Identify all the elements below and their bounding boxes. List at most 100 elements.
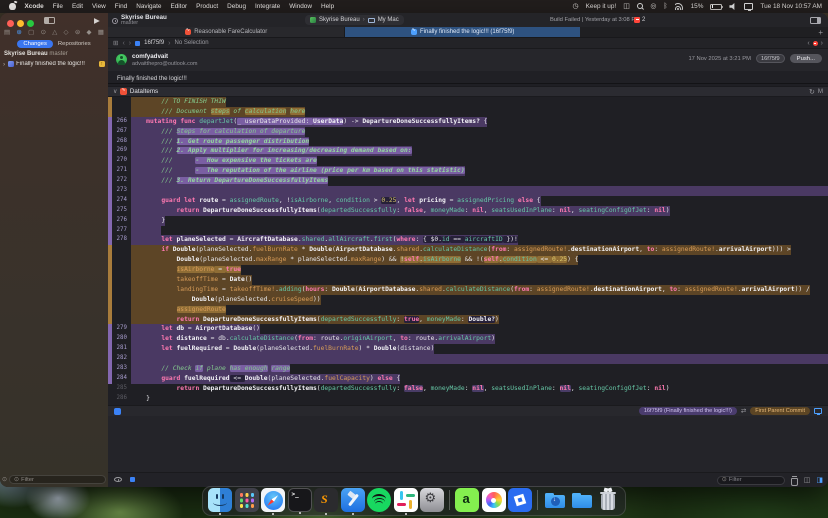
spotlight-search-icon[interactable] xyxy=(637,3,644,10)
commit-message: Finally finished the logic!!! xyxy=(117,75,187,82)
next-issue-icon[interactable]: › xyxy=(821,40,823,47)
sidebar-commit-row[interactable]: › Finally finished the logic!!! ↑ xyxy=(0,59,108,69)
error-badge[interactable]: 2 xyxy=(634,17,645,23)
disclosure-chevron-icon[interactable]: › xyxy=(3,61,5,68)
dock-sublime-icon[interactable] xyxy=(314,488,338,512)
version-editor-icon[interactable] xyxy=(114,408,121,415)
screen-record-icon[interactable]: ◎ xyxy=(650,3,656,10)
wifi-icon[interactable] xyxy=(675,3,684,10)
tests-navigator-icon[interactable]: ◇ xyxy=(64,30,69,37)
source-control-navigator-icon[interactable]: ⊛ xyxy=(16,30,21,37)
file-section-header[interactable]: ∨ DataItems ↻ M xyxy=(108,86,828,97)
dock-launchpad-icon[interactable] xyxy=(235,488,259,512)
scheme-app-icon xyxy=(310,17,316,23)
dock-roblox-icon[interactable] xyxy=(508,488,532,512)
scheme-selector[interactable]: Skyrise Bureau › My Mac xyxy=(305,15,404,25)
tab-reasonablefarecalculator[interactable]: Reasonable FareCalculator xyxy=(108,27,345,37)
code-line: 271 /// - The reputation of the airline … xyxy=(108,166,828,176)
dock-slack-icon[interactable] xyxy=(394,488,418,512)
previous-issue-icon[interactable]: ‹ xyxy=(807,40,809,47)
console-pane-icon[interactable]: ◨ xyxy=(816,477,823,484)
dock-green-a-app-icon[interactable] xyxy=(455,488,479,512)
jumpbar-commit-hash[interactable]: 16f75f9 xyxy=(144,40,164,46)
menu-debug[interactable]: Debug xyxy=(227,3,246,10)
related-items-icon[interactable]: ⊞ xyxy=(113,39,118,47)
keep-it-up-status[interactable]: Keep it up! xyxy=(586,3,617,10)
code-line: 284 guard fuelRequired <= Double(planeSe… xyxy=(108,374,828,384)
menu-integrate[interactable]: Integrate xyxy=(255,3,280,10)
build-status[interactable]: Build Failed | Yesterday at 3:08 PM xyxy=(515,17,675,23)
collapse-chevron-icon[interactable]: ∨ xyxy=(113,88,117,95)
quick-look-eye-icon[interactable] xyxy=(114,477,122,482)
bookmarks-navigator-icon[interactable]: ▢ xyxy=(28,30,34,37)
editor-mode-icon[interactable] xyxy=(130,477,135,482)
forward-icon[interactable]: › xyxy=(129,40,131,47)
dock-photos-icon[interactable] xyxy=(482,488,506,512)
menu-window[interactable]: Window xyxy=(289,3,312,10)
zoom-window-button[interactable] xyxy=(27,20,34,27)
reports-navigator-icon[interactable]: ▦ xyxy=(98,30,104,37)
timer-clock-icon[interactable]: ◷ xyxy=(573,3,579,10)
add-tab-button[interactable]: + xyxy=(818,28,823,37)
menu-help[interactable]: Help xyxy=(321,3,334,10)
tab-commit-selected[interactable]: Finally finished the logic!!! (16f75f9) xyxy=(345,27,580,37)
code-lines[interactable]: // TO FINISH THIW /// Document steps of … xyxy=(108,97,828,405)
menu-find[interactable]: Find xyxy=(115,3,127,10)
menu-view[interactable]: View xyxy=(92,3,106,10)
code-line: if Double(planeSelected.fuelBurnRate * D… xyxy=(108,245,828,255)
battery-icon[interactable] xyxy=(710,4,722,10)
code-line: 286 } xyxy=(108,394,828,404)
parent-commit-selector[interactable]: First Parent Commit xyxy=(750,407,810,415)
refresh-icon[interactable]: ↻ xyxy=(809,88,815,96)
issues-navigator-icon[interactable]: △ xyxy=(52,30,57,37)
swap-revisions-icon[interactable]: ⇄ xyxy=(741,407,746,415)
bluetooth-icon[interactable]: ᛒ xyxy=(663,3,667,10)
tab-repositories[interactable]: Repositories xyxy=(58,41,91,47)
inspector-toggle-icon[interactable] xyxy=(810,17,821,25)
debug-navigator-icon[interactable]: ⊜ xyxy=(75,30,80,37)
dock-trash-icon[interactable] xyxy=(596,488,620,512)
menu-file[interactable]: File xyxy=(53,3,63,10)
dock-finder-icon[interactable] xyxy=(208,488,232,512)
dock-terminal-icon[interactable] xyxy=(288,488,312,512)
xcode-window: ▶ Skyrise Bureau master Skyrise Bureau ›… xyxy=(0,13,828,487)
minimize-window-button[interactable] xyxy=(17,20,24,27)
menu-product[interactable]: Product xyxy=(196,3,218,10)
menu-navigate[interactable]: Navigate xyxy=(136,3,161,10)
dock-downloads-folder-icon[interactable] xyxy=(543,488,567,512)
breakpoints-navigator-icon[interactable]: ◆ xyxy=(87,30,92,37)
dock-documents-folder-icon[interactable] xyxy=(570,488,594,512)
find-navigator-icon[interactable]: ⊙ xyxy=(41,30,46,37)
close-window-button[interactable] xyxy=(7,20,14,27)
display-icon[interactable] xyxy=(744,3,753,10)
console-filter-field[interactable]: ⊙ Filter xyxy=(717,476,785,485)
filter-scope-icon[interactable]: ⊙ xyxy=(2,477,7,483)
tab-label: Finally finished the logic!!! (16f75f9) xyxy=(420,29,514,35)
push-button[interactable]: Push... xyxy=(790,54,822,63)
dock-spotify-icon[interactable] xyxy=(367,488,391,512)
destination-display-icon[interactable] xyxy=(814,408,822,414)
tab-changes[interactable]: Changes xyxy=(17,40,53,48)
commit-hash-pill[interactable]: 16f75f9 xyxy=(756,54,785,63)
variables-pane-icon[interactable]: ◫ xyxy=(804,477,811,484)
version-editor: comfyadvait advaitthepro@outlook.com 17 … xyxy=(108,49,828,487)
menu-xcode[interactable]: Xcode xyxy=(25,3,44,10)
clear-console-trash-icon[interactable] xyxy=(791,476,798,484)
menu-bar-clock[interactable]: Tue 18 Nov 10:57 AM xyxy=(760,3,822,10)
menu-edit[interactable]: Edit xyxy=(72,3,83,10)
two-pane-icon[interactable]: ◫ xyxy=(623,3,630,10)
back-icon[interactable]: ‹ xyxy=(122,40,124,47)
sidebar-toggle-icon[interactable] xyxy=(44,17,55,25)
run-button[interactable]: ▶ xyxy=(94,16,100,25)
volume-icon[interactable] xyxy=(729,3,737,10)
dock-settings-icon[interactable] xyxy=(420,488,444,512)
project-navigator-icon[interactable]: ▤ xyxy=(4,30,10,37)
commit-selector[interactable]: 16f75f9 (Finally finished the logic!!!) xyxy=(639,407,737,415)
navigator-filter-field[interactable]: ⊙ Filter xyxy=(9,475,106,484)
menu-editor[interactable]: Editor xyxy=(170,3,187,10)
dock-safari-icon[interactable] xyxy=(261,488,285,512)
apple-menu-icon[interactable] xyxy=(9,3,16,11)
code-line: 277 xyxy=(108,226,828,236)
dock-xcode-icon[interactable] xyxy=(341,488,365,512)
jumpbar-selection[interactable]: No Selection xyxy=(175,40,209,46)
